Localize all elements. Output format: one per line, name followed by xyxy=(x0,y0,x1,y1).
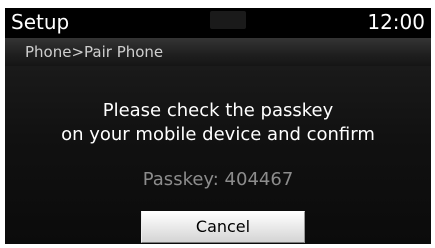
breadcrumb-bar: Phone>Pair Phone xyxy=(5,38,431,66)
cancel-button[interactable]: Cancel xyxy=(141,211,305,243)
top-bar-indicator xyxy=(210,11,246,29)
passkey-text: Passkey: 404467 xyxy=(142,169,294,190)
confirm-message-line-1: Please check the passkey xyxy=(102,100,334,121)
clock: 12:00 xyxy=(367,10,425,34)
confirm-message-line-2: on your mobile device and confirm xyxy=(61,124,375,145)
pairing-dialog: Please check the passkey on your mobile … xyxy=(5,66,431,244)
confirm-message: Please check the passkey on your mobile … xyxy=(5,99,431,147)
top-bar: Setup 12:00 xyxy=(5,8,431,36)
screen-title: Setup xyxy=(11,10,70,34)
breadcrumb: Phone>Pair Phone xyxy=(25,43,164,61)
head-unit-screen: Setup 12:00 Phone>Pair Phone Please chec… xyxy=(5,8,431,244)
